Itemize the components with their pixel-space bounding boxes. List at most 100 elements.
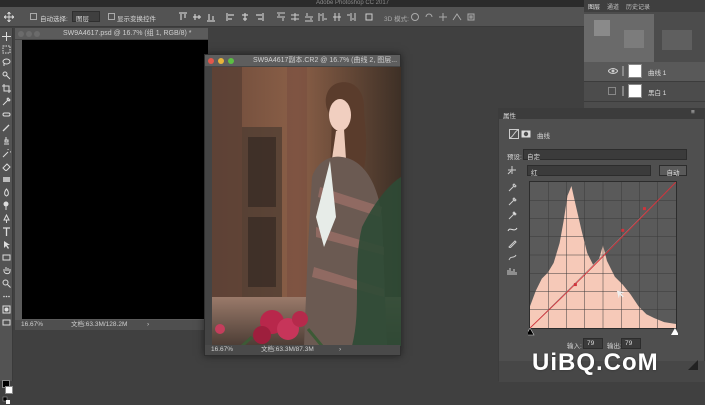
zoom-dot-icon[interactable] [34,31,40,37]
auto-button[interactable]: 自动 [659,165,687,177]
history-brush-icon[interactable] [2,149,11,158]
canvas-black[interactable] [22,40,208,319]
move-icon[interactable] [2,32,11,41]
panel-menu-icon[interactable]: ≡ [691,109,695,116]
clipping-warning-icon[interactable] [507,267,518,276]
default-colors-icon[interactable] [2,396,11,405]
blur-icon[interactable] [2,188,11,197]
brush-icon[interactable] [2,123,11,132]
close-dot-icon[interactable] [208,58,214,64]
document-tab-cr2[interactable]: SW9A4617副本.CR2 @ 16.7% (曲线 2, 图层... [205,55,400,67]
hand-icon[interactable] [2,266,11,275]
channel-dropdown[interactable]: 红 [527,165,651,177]
minimize-dot-icon[interactable] [26,31,32,37]
smooth-curve-icon[interactable] [508,253,517,262]
distribute-left-icon[interactable] [318,12,328,22]
quick-mask-icon[interactable] [2,305,11,314]
mode-3d-label: 3D 模式: [384,16,409,23]
curves-histogram-graph[interactable] [529,181,677,329]
curve-control-point[interactable] [642,207,646,211]
black-point-eyedropper-icon[interactable] [508,183,517,192]
visibility-eye-icon[interactable] [608,66,618,76]
tab-history[interactable]: 历史记录 [626,2,650,11]
auto-select-dropdown[interactable]: 图层 [72,11,100,23]
input-gradient-slider[interactable] [528,328,678,336]
resize-corner-icon[interactable] [688,360,698,370]
path-select-icon[interactable] [2,240,11,249]
gray-point-eyedropper-icon[interactable] [508,197,517,206]
layer-row[interactable]: 曲线 1 [584,62,705,82]
quick-select-icon[interactable] [2,71,11,80]
document-title: SW9A4617副本.CR2 @ 16.7% (曲线 2, 图层... [253,57,398,64]
white-point-slider-handle[interactable] [671,328,678,335]
input-value-field[interactable]: 79 [583,338,603,349]
show-transform-checkbox[interactable] [108,13,115,20]
align-top-icon[interactable] [178,12,188,22]
distribute-top-icon[interactable] [276,12,286,22]
distribute-hcenter-icon[interactable] [332,12,342,22]
panel-tabs: 图层 通道 历史记录 [584,0,705,12]
panel-header: 属性 ≡ [499,109,705,120]
layer-mask-thumbnail [628,84,642,98]
distribute-bottom-icon[interactable] [304,12,314,22]
status-menu-arrow-icon[interactable]: › [339,345,341,355]
gradient-icon[interactable] [2,175,11,184]
black-point-slider-handle[interactable] [528,328,535,336]
zoom-level: 16.67% [211,346,234,353]
adjustment-name: 曲线 [537,133,550,140]
status-menu-arrow-icon[interactable]: › [147,320,149,330]
3d-pan-icon[interactable] [438,12,448,22]
watermark-text: UiBQ.CoM [532,349,659,376]
show-transform-label: 显示变换控件 [117,16,156,23]
align-bottom-icon[interactable] [206,12,216,22]
eyedropper-icon[interactable] [2,97,11,106]
align-vcenter-icon[interactable] [192,12,202,22]
type-icon[interactable] [2,227,11,236]
dodge-icon[interactable] [2,201,11,210]
document-window-psd: SW9A4617.psd @ 16.7% (组 1, RGB/8) * 16.6… [15,28,208,330]
distribute-right-icon[interactable] [346,12,356,22]
rectangle-icon[interactable] [2,253,11,262]
tab-layers[interactable]: 图层 [588,2,600,11]
3d-slide-icon[interactable] [452,12,462,22]
align-hcenter-icon[interactable] [240,12,250,22]
visibility-toggle[interactable] [608,87,616,95]
auto-select-checkbox[interactable] [30,13,37,20]
curve-control-point[interactable] [621,228,625,232]
move-tool-icon[interactable] [4,12,14,22]
background-color-swatch[interactable] [5,386,13,394]
lasso-icon[interactable] [2,58,11,67]
healing-brush-icon[interactable] [2,110,11,119]
layer-row[interactable]: 黑白 1 [584,82,705,102]
clone-stamp-icon[interactable] [2,136,11,145]
document-tab-psd[interactable]: SW9A4617.psd @ 16.7% (组 1, RGB/8) * [15,28,208,40]
pencil-draw-icon[interactable] [508,239,517,248]
chain-link-icon [622,66,624,76]
auto-align-icon[interactable] [364,12,374,22]
3d-roll-icon[interactable] [424,12,434,22]
3d-orbit-icon[interactable] [410,12,420,22]
zoom-dot-icon[interactable] [228,58,234,64]
align-left-icon[interactable] [226,12,236,22]
preset-dropdown[interactable]: 自定 [523,149,687,161]
zoom-icon[interactable] [2,279,11,288]
eraser-icon[interactable] [2,162,11,171]
mask-icon[interactable] [521,129,531,139]
on-image-adjust-icon[interactable] [507,165,517,175]
curve-control-point[interactable] [573,283,577,287]
crop-icon[interactable] [2,84,11,93]
white-point-eyedropper-icon[interactable] [508,211,517,220]
photo-canvas[interactable] [212,67,401,346]
pen-icon[interactable] [2,214,11,223]
output-value-field[interactable]: 79 [621,338,641,349]
tab-channels[interactable]: 通道 [607,2,619,11]
align-right-icon[interactable] [254,12,264,22]
screen-mode-icon[interactable] [2,318,11,327]
distribute-vcenter-icon[interactable] [290,12,300,22]
close-dot-icon[interactable] [18,31,24,37]
curve-point-edit-icon[interactable] [507,225,518,234]
edit-toolbar-icon[interactable] [2,292,11,301]
marquee-icon[interactable] [2,45,11,54]
3d-scale-icon[interactable] [466,12,476,22]
minimize-dot-icon[interactable] [218,58,224,64]
